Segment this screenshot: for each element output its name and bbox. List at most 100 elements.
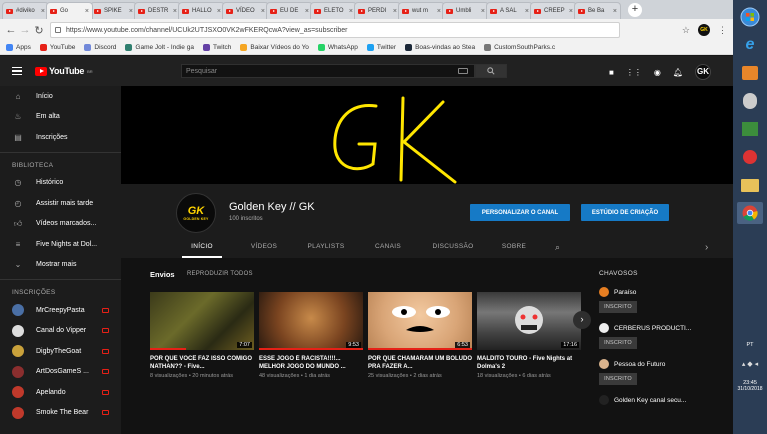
- video-thumbnail[interactable]: 6:53: [368, 292, 472, 350]
- bookmark-item[interactable]: Game Jolt - Indie ga: [125, 44, 194, 51]
- forward-icon[interactable]: →: [18, 24, 32, 36]
- close-tab-icon[interactable]: ×: [393, 8, 397, 15]
- tab-playlists[interactable]: PLAYLISTS: [298, 236, 354, 258]
- apps-grid-icon[interactable]: ⋮⋮: [626, 68, 642, 77]
- video-thumbnail[interactable]: 7:07: [150, 292, 254, 350]
- browser-tab[interactable]: Umbli ×: [442, 2, 489, 19]
- browser-tab[interactable]: A SAL ×: [486, 2, 533, 19]
- browser-tab[interactable]: VÍDEO ×: [222, 2, 269, 19]
- browser-tab[interactable]: DESTR ×: [134, 2, 181, 19]
- bookmark-item[interactable]: CustomSouthParks.c: [484, 44, 555, 51]
- video-title[interactable]: MALDITO TOURO - Five Nights at Dolma's 2: [477, 355, 581, 371]
- tab-discussão[interactable]: DISCUSSÃO: [420, 236, 486, 258]
- close-tab-icon[interactable]: ×: [613, 8, 617, 15]
- notifications-bell-icon[interactable]: 🔔︎: [673, 68, 683, 77]
- subscription-item[interactable]: MrCreepyPasta: [0, 300, 121, 321]
- close-tab-icon[interactable]: ×: [217, 8, 221, 15]
- bookmark-item[interactable]: Discord: [84, 44, 116, 51]
- bookmark-item[interactable]: Baixar Vídeos do Yo: [240, 44, 309, 51]
- video-title[interactable]: POR QUE VOCÊ FAZ ISSO COMIGO NATHAN?? - …: [150, 355, 254, 371]
- tab-sobre[interactable]: SOBRE: [494, 236, 534, 258]
- sidebar-item[interactable]: ◴ Assistir mais tarde: [0, 193, 121, 214]
- app-icon[interactable]: [737, 146, 763, 168]
- browser-tab[interactable]: ELETO ×: [310, 2, 357, 19]
- sidebar-item[interactable]: ♨ Em alta: [0, 107, 121, 128]
- file-explorer-icon[interactable]: [737, 174, 763, 196]
- sidebar-item[interactable]: ≡ Five Nights at Dol...: [0, 234, 121, 255]
- browser-tab[interactable]: Go ×: [46, 2, 93, 19]
- account-avatar[interactable]: GK: [695, 64, 711, 80]
- bookmark-item[interactable]: Twitch: [202, 44, 231, 51]
- messages-icon[interactable]: ◉: [654, 68, 661, 77]
- subscribed-button[interactable]: INSCRITO: [599, 337, 637, 349]
- close-tab-icon[interactable]: ×: [569, 8, 573, 15]
- chevron-right-icon[interactable]: ›: [573, 311, 591, 329]
- video-title[interactable]: ESSE JOGO É RACISTA!!!!... MELHOR JOGO D…: [259, 355, 363, 371]
- close-tab-icon[interactable]: ×: [85, 8, 89, 15]
- tab-vídeos[interactable]: VÍDEOS: [230, 236, 298, 258]
- close-tab-icon[interactable]: ×: [525, 8, 529, 15]
- bookmark-item[interactable]: Boas-vindas ao Stea: [405, 44, 475, 51]
- close-tab-icon[interactable]: ×: [261, 8, 265, 15]
- video-card[interactable]: 17:16 MALDITO TOURO - Five Nights at Dolm…: [477, 292, 581, 381]
- hamburger-menu-icon[interactable]: [12, 66, 22, 76]
- browser-tab[interactable]: EU DE ×: [266, 2, 313, 19]
- video-card[interactable]: 9:53 ESSE JOGO É RACISTA!!!!... MELHOR JO…: [259, 292, 363, 381]
- keyboard-icon[interactable]: [458, 68, 468, 74]
- extension-icon[interactable]: GK: [698, 24, 710, 36]
- upload-video-icon[interactable]: ■: [609, 68, 614, 77]
- sidebar-item[interactable]: ⌄ Mostrar mais: [0, 255, 121, 276]
- channel-avatar[interactable]: GK GOLDEN KEY: [176, 193, 216, 233]
- browser-tab[interactable]: SPIKE ×: [90, 2, 137, 19]
- subscribed-button[interactable]: INSCRITO: [599, 301, 637, 313]
- browser-tab[interactable]: HALLO ×: [178, 2, 225, 19]
- media-player-icon[interactable]: [737, 62, 763, 84]
- menu-icon[interactable]: ⋮: [718, 25, 727, 36]
- browser-tab[interactable]: wut m ×: [398, 2, 445, 19]
- close-tab-icon[interactable]: ×: [349, 8, 353, 15]
- clock-date[interactable]: 31/10/2018: [733, 386, 767, 392]
- app-icon[interactable]: [737, 118, 763, 140]
- close-tab-icon[interactable]: ×: [437, 8, 441, 15]
- close-tab-icon[interactable]: ×: [41, 8, 45, 15]
- start-orb-icon[interactable]: [737, 6, 763, 28]
- chrome-icon[interactable]: [737, 202, 763, 224]
- bookmark-item[interactable]: WhatsApp: [317, 44, 358, 51]
- sidebar-item[interactable]: ⌂ Início: [0, 86, 121, 107]
- search-button[interactable]: [475, 64, 507, 78]
- subscription-item[interactable]: Apelando: [0, 382, 121, 403]
- sidebar-item[interactable]: 👍︎ Vídeos marcados...: [0, 214, 121, 235]
- subscription-item[interactable]: Smoke The Bear: [0, 403, 121, 424]
- channel-link[interactable]: Paraíso: [599, 287, 733, 297]
- browser-tab[interactable]: PERDI ×: [354, 2, 401, 19]
- creator-studio-button[interactable]: ESTÚDIO DE CRIAÇÃO: [581, 204, 669, 221]
- internet-explorer-icon[interactable]: e: [737, 34, 763, 56]
- customize-channel-button[interactable]: PERSONALIZAR O CANAL: [470, 204, 570, 221]
- back-icon[interactable]: ←: [4, 24, 18, 36]
- browser-tab[interactable]: CREEP ×: [530, 2, 577, 19]
- close-tab-icon[interactable]: ×: [305, 8, 309, 15]
- chevron-right-icon[interactable]: ›: [705, 242, 708, 253]
- channel-link[interactable]: CERBERUS PRODUCTI...: [599, 323, 733, 333]
- video-thumbnail[interactable]: 9:53: [259, 292, 363, 350]
- bookmark-item[interactable]: YouTube: [39, 44, 75, 51]
- bookmark-item[interactable]: Twitter: [366, 44, 396, 51]
- channel-link[interactable]: Golden Key canal secu...: [599, 395, 733, 405]
- reload-icon[interactable]: ↻: [32, 24, 46, 37]
- video-card[interactable]: 6:53 POR QUE CHAMARAM UM BOLUDO PRA FAZER…: [368, 292, 472, 381]
- youtube-logo[interactable]: YouTube BR: [35, 66, 93, 76]
- subscribed-button[interactable]: INSCRITO: [599, 373, 637, 385]
- browser-tab[interactable]: Be Ba ×: [574, 2, 621, 19]
- new-tab-button[interactable]: +: [628, 3, 642, 17]
- subscription-item[interactable]: Canal do Vipper: [0, 321, 121, 342]
- video-card[interactable]: 7:07 POR QUE VOCÊ FAZ ISSO COMIGO NATHAN?…: [150, 292, 254, 381]
- star-icon[interactable]: ☆: [682, 25, 690, 36]
- bookmark-item[interactable]: Apps: [6, 44, 31, 51]
- url-input[interactable]: https://www.youtube.com/channel/UCUk2UTJ…: [50, 22, 620, 38]
- subscription-item[interactable]: ArtDosGameS ...: [0, 362, 121, 383]
- tab-início[interactable]: INÍCIO: [182, 236, 222, 258]
- close-tab-icon[interactable]: ×: [173, 8, 177, 15]
- search-channel-icon[interactable]: ⌕: [555, 242, 560, 253]
- sidebar-item[interactable]: ▤ Inscrições: [0, 127, 121, 148]
- video-thumbnail[interactable]: 17:16: [477, 292, 581, 350]
